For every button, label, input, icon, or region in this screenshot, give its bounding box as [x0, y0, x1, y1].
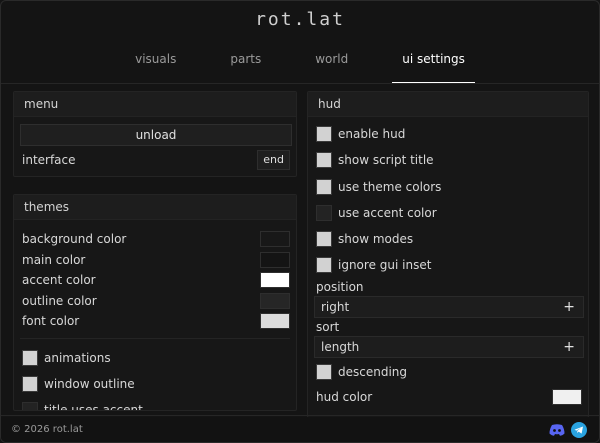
accent-color-label: accent color: [22, 273, 96, 287]
descending-checkbox[interactable]: [316, 364, 332, 380]
animations-toggle[interactable]: animations: [22, 350, 290, 368]
use-accent-color-label: use accent color: [338, 206, 437, 220]
themes-panel: themes background color main color accen…: [13, 194, 297, 411]
animations-label: animations: [44, 351, 111, 365]
use-theme-colors-checkbox[interactable]: [316, 179, 332, 195]
font-color-swatch[interactable]: [260, 313, 290, 329]
tabs-divider: [1, 83, 599, 84]
title-uses-accent-label: title uses accent: [44, 403, 143, 411]
position-dropdown-value: right: [321, 300, 350, 314]
tab-parts[interactable]: parts: [220, 51, 271, 75]
main-color-label: main color: [22, 253, 86, 267]
font-color-row: font color: [22, 313, 290, 331]
tab-visuals[interactable]: visuals: [125, 51, 186, 75]
sort-dropdown-value: length: [321, 340, 360, 354]
ignore-gui-inset-checkbox[interactable]: [316, 257, 332, 273]
use-accent-color-toggle[interactable]: use accent color: [316, 205, 584, 223]
themes-panel-header: themes: [14, 195, 296, 220]
menu-panel: menu unload interface end: [13, 91, 297, 177]
background-color-row: background color: [22, 231, 290, 249]
app-title: rot.lat: [255, 9, 345, 30]
show-script-title-label: show script title: [338, 153, 434, 167]
show-script-title-checkbox[interactable]: [316, 152, 332, 168]
interface-label: interface: [22, 153, 76, 167]
plus-icon: +: [563, 299, 575, 315]
footer-divider: [1, 415, 599, 416]
animations-checkbox[interactable]: [22, 350, 38, 366]
footer: © 2026 rot.lat: [1, 417, 599, 442]
descending-toggle[interactable]: descending: [316, 364, 584, 382]
accent-color-swatch[interactable]: [260, 272, 290, 288]
themes-divider: [20, 338, 290, 339]
use-theme-colors-toggle[interactable]: use theme colors: [316, 179, 584, 197]
window-outline-toggle[interactable]: window outline: [22, 376, 290, 394]
app-window: rot.lat visuals parts world ui settings …: [0, 0, 600, 443]
enable-hud-toggle[interactable]: enable hud: [316, 126, 584, 144]
sort-label: sort: [316, 320, 340, 334]
background-color-label: background color: [22, 232, 127, 246]
use-accent-color-checkbox[interactable]: [316, 205, 332, 221]
show-modes-label: show modes: [338, 232, 414, 246]
hud-panel-header: hud: [308, 92, 588, 117]
show-modes-toggle[interactable]: show modes: [316, 231, 584, 249]
plus-icon: +: [563, 339, 575, 355]
main-color-row: main color: [22, 252, 290, 270]
position-dropdown[interactable]: right +: [314, 296, 584, 318]
hud-panel: hud enable hud show script title use the…: [307, 91, 589, 418]
copyright-text: © 2026 rot.lat: [11, 424, 83, 435]
background-color-swatch[interactable]: [260, 231, 290, 247]
hud-color-row: hud color: [316, 389, 582, 407]
main-color-swatch[interactable]: [260, 252, 290, 268]
outline-color-swatch[interactable]: [260, 293, 290, 309]
ignore-gui-inset-toggle[interactable]: ignore gui inset: [316, 257, 584, 275]
title-uses-accent-checkbox[interactable]: [22, 402, 38, 410]
interface-keybind-row: interface end: [22, 150, 290, 170]
left-column: menu unload interface end themes backgro…: [13, 91, 297, 411]
discord-icon[interactable]: [549, 424, 565, 436]
descending-label: descending: [338, 365, 408, 379]
tab-world[interactable]: world: [305, 51, 358, 75]
telegram-icon[interactable]: [571, 422, 587, 438]
hud-color-label: hud color: [316, 390, 373, 404]
menu-panel-header: menu: [14, 92, 296, 117]
title-uses-accent-toggle[interactable]: title uses accent: [22, 402, 290, 411]
font-color-label: font color: [22, 314, 80, 328]
outline-color-row: outline color: [22, 293, 290, 311]
show-modes-checkbox[interactable]: [316, 231, 332, 247]
hud-color-swatch[interactable]: [552, 389, 582, 405]
unload-button[interactable]: unload: [20, 124, 292, 146]
use-theme-colors-label: use theme colors: [338, 180, 442, 194]
window-outline-checkbox[interactable]: [22, 376, 38, 392]
interface-keybind-button[interactable]: end: [257, 150, 290, 170]
tab-bar: visuals parts world ui settings: [1, 51, 599, 84]
enable-hud-checkbox[interactable]: [316, 126, 332, 142]
ignore-gui-inset-label: ignore gui inset: [338, 258, 432, 272]
enable-hud-label: enable hud: [338, 127, 406, 141]
accent-color-row: accent color: [22, 272, 290, 290]
tab-ui-settings[interactable]: ui settings: [392, 51, 475, 84]
right-column: hud enable hud show script title use the…: [307, 91, 589, 418]
position-label: position: [316, 280, 364, 294]
sort-dropdown[interactable]: length +: [314, 336, 584, 358]
outline-color-label: outline color: [22, 294, 97, 308]
show-script-title-toggle[interactable]: show script title: [316, 152, 584, 170]
window-outline-label: window outline: [44, 377, 135, 391]
